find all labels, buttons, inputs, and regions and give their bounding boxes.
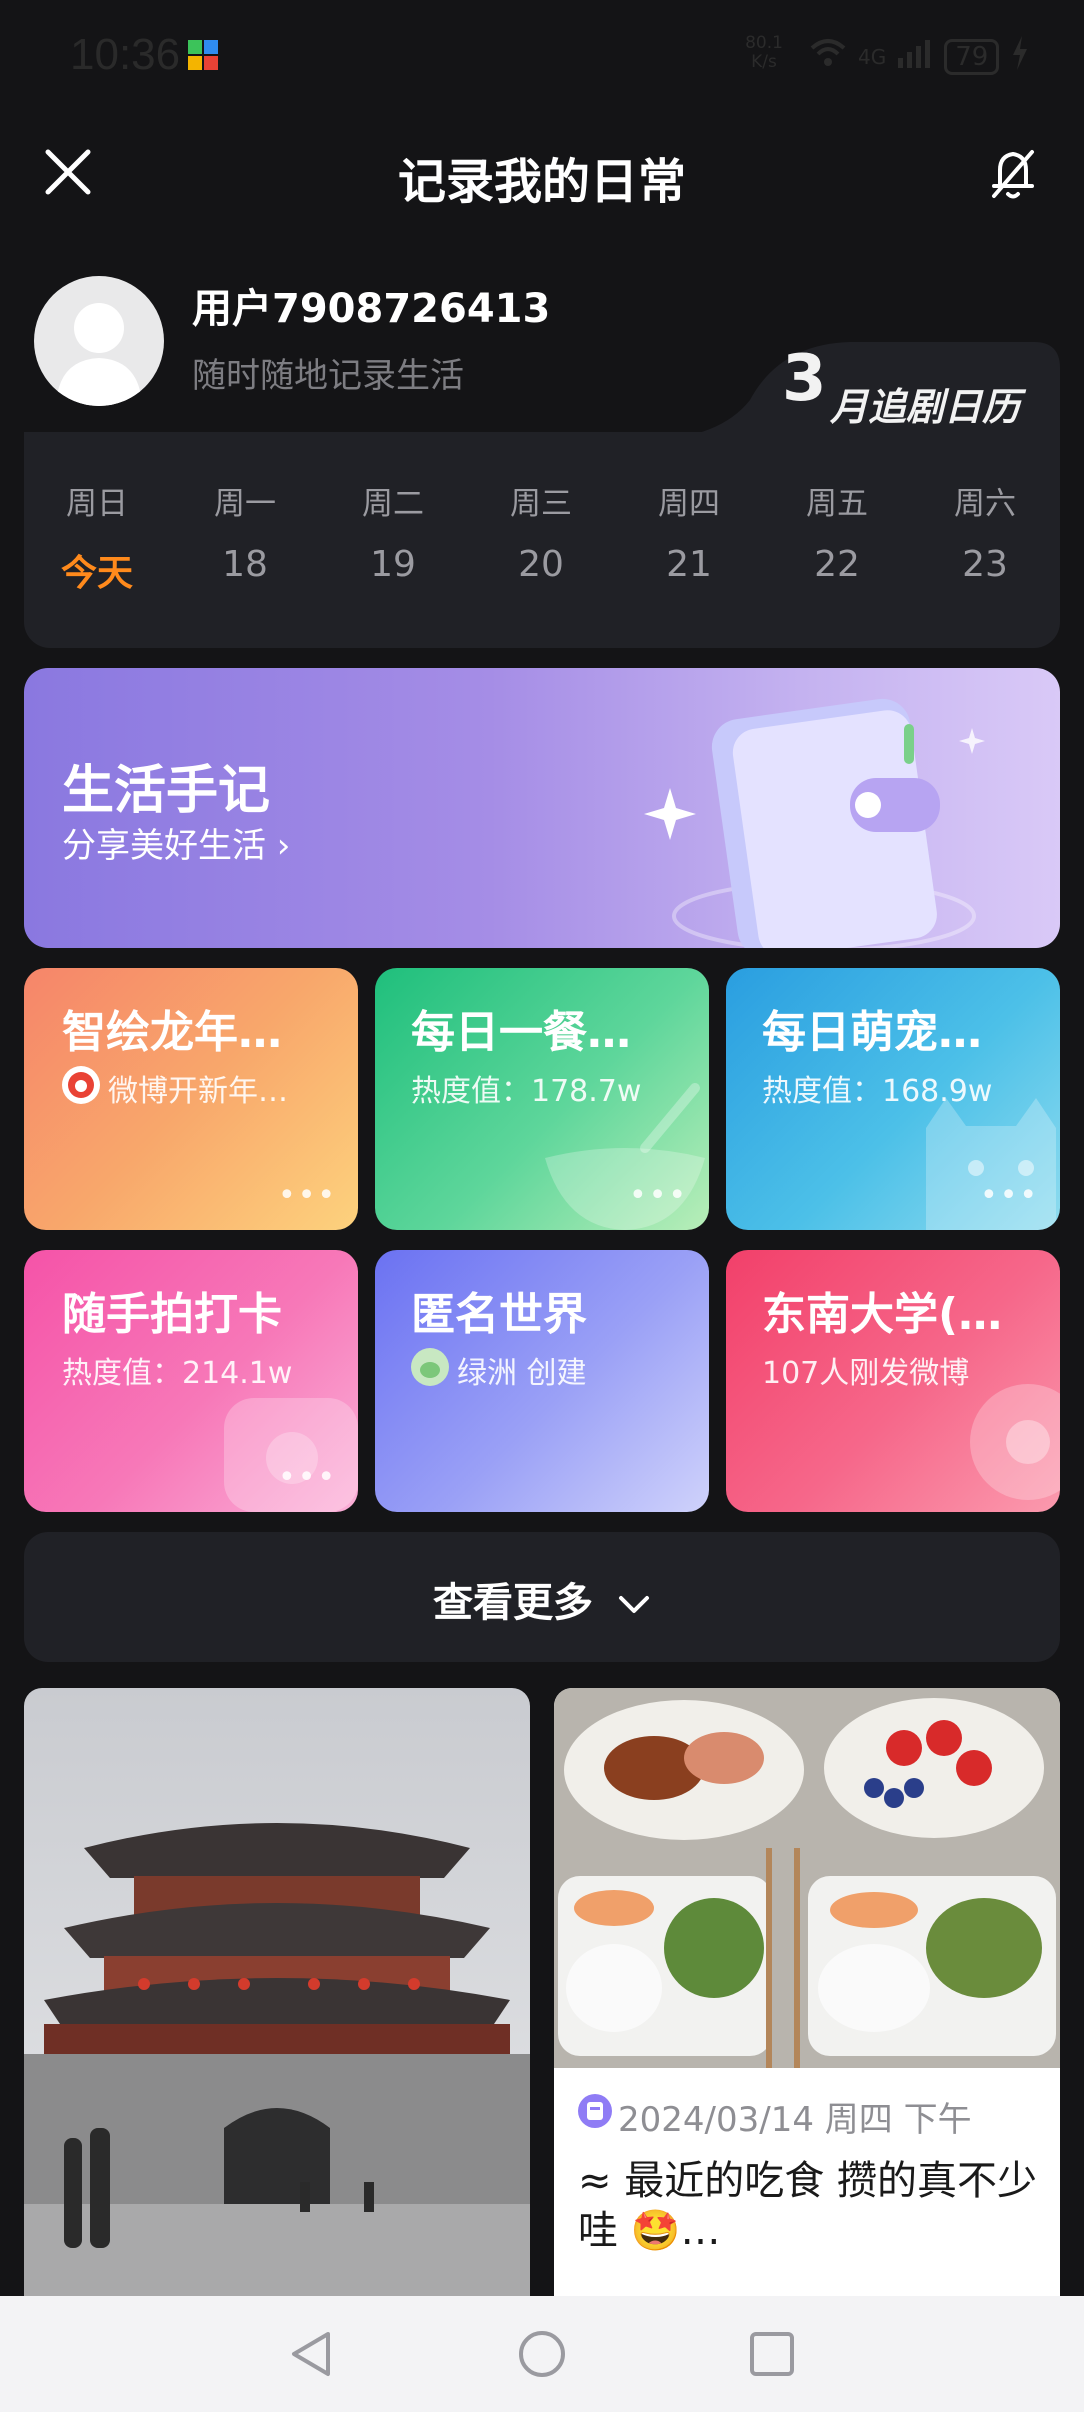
default-avatar-icon [56,303,142,406]
page-title: 记录我的日常 [397,154,686,210]
topic-card[interactable]: 每日一餐… 热度值：178.7w ••• [375,968,709,1230]
topic-subtitle: 热度值：168.9w [762,1074,993,1109]
topic-subtitle: 绿洲 创建 [457,1356,587,1391]
topic-title: 东南大学(… [762,1289,1003,1340]
battery-indicator: 79 [944,38,1000,75]
calendar-day-today[interactable]: 今天 [37,544,157,596]
recents-nav-button[interactable] [746,2328,798,2380]
calendar-strip [24,432,1060,648]
weekday-label: 周四 [658,486,720,522]
signal-label: 4G [858,44,887,69]
topic-card[interactable]: 东南大学(… 107人刚发微博 [726,1250,1060,1512]
calendar-day[interactable]: 18 [185,544,305,585]
topic-subtitle: 微博开新年… [108,1074,288,1109]
home-nav-button[interactable] [516,2328,568,2380]
more-dots-icon: ••• [980,1178,1040,1213]
charging-icon [1011,36,1029,77]
chevron-down-icon [618,1596,649,1613]
back-nav-button[interactable] [286,2328,338,2380]
calendar-month-number: 3 [782,342,827,416]
topic-title: 智绘龙年… [62,1007,282,1058]
topic-title: 每日一餐… [411,1007,631,1058]
topic-subtitle: 热度值：178.7w [411,1074,642,1109]
more-dots-icon: ••• [278,1178,338,1213]
calendar-month-label[interactable]: 月追剧日历 [830,376,1020,431]
topic-title: 随手拍打卡 [62,1289,282,1340]
topic-card[interactable]: 随手拍打卡 热度值：214.1w ••• [24,1250,358,1512]
post-date: 2024/03/14 周四 下午 [618,2100,972,2140]
notification-toggle-button[interactable] [986,146,1040,202]
tower-photo [24,1688,530,2298]
calendar-day[interactable]: 21 [629,544,749,585]
weekday-label: 周日 [66,486,128,522]
weekday-label: 周六 [954,486,1016,522]
home-circle-icon [519,2331,565,2377]
topic-card[interactable]: 匿名世界 绿洲 创建 [375,1250,709,1512]
status-time: 10:36 [70,30,181,79]
banner-title: 生活手记 [62,761,271,821]
topic-subtitle: 107人刚发微博 [762,1356,970,1391]
topic-title: 匿名世界 [411,1289,587,1340]
recents-square-icon [750,2332,794,2376]
topic-card[interactable]: 智绘龙年… 微博开新年… ••• [24,968,358,1230]
network-speed: 80.1 K/s [745,33,783,72]
calendar-day[interactable]: 23 [925,544,1045,585]
calendar-day[interactable]: 20 [481,544,601,585]
note-badge-icon [578,2094,612,2128]
weekday-label: 周三 [510,486,572,522]
topic-subtitle: 热度值：214.1w [62,1356,293,1391]
post-text: ≈ 最近的吃食 攒的真不少哇 🤩… [578,2158,1037,2254]
system-navigation-bar [0,2296,1084,2412]
status-bar: 10:36 80.1 K/s 4G 79 [0,0,1084,110]
food-photo [554,1688,1060,2068]
calendar-day[interactable]: 19 [333,544,453,585]
weekday-label: 周五 [806,486,868,522]
username: 用户7908726413 [192,286,551,332]
more-dots-icon: ••• [278,1460,338,1495]
feed-post-image-card[interactable] [24,1688,530,2298]
weekday-label: 周二 [362,486,424,522]
back-triangle-icon [292,2332,330,2376]
app-notification-icon [188,40,218,70]
weekday-label: 周一 [214,486,276,522]
topic-title: 每日萌宠… [762,1007,982,1058]
wifi-icon [810,38,846,75]
more-dots-icon: ••• [629,1178,689,1213]
weibo-icon [62,1066,100,1104]
calendar-day[interactable]: 22 [777,544,897,585]
oasis-avatar-icon [411,1348,449,1386]
profile-subtitle: 随时随地记录生活 [192,356,464,396]
signal-icon [898,38,932,75]
see-more-label: 查看更多 [433,1580,594,1626]
bell-off-icon [992,150,1034,199]
banner-subtitle-link[interactable]: 分享美好生活 › [62,818,290,867]
topic-card[interactable]: 每日萌宠… 热度值：168.9w ••• [726,968,1060,1230]
avatar[interactable] [34,276,164,406]
